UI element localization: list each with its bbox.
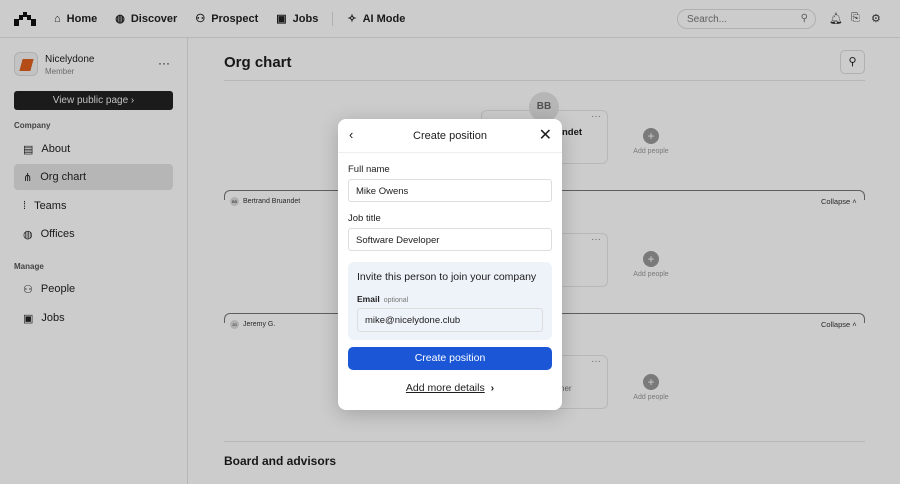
close-icon[interactable]: ✕: [539, 125, 552, 145]
email-label: Email optional: [357, 294, 409, 304]
invite-title: Invite this person to join your company: [357, 271, 537, 283]
invite-section: Invite this person to join your company …: [348, 262, 552, 340]
job-title-input[interactable]: Software Developer: [348, 228, 552, 251]
add-more-details-link[interactable]: Add more details ›: [338, 382, 562, 394]
modal-header: ‹ Create position ✕: [338, 119, 562, 153]
modal-title: Create position: [413, 129, 487, 142]
job-title-label: Job title: [348, 213, 381, 224]
back-icon[interactable]: ‹: [349, 127, 353, 142]
email-input[interactable]: mike@nicelydone.club: [357, 308, 543, 332]
chevron-right-icon: ›: [490, 382, 495, 394]
full-name-label: Full name: [348, 164, 390, 175]
create-position-modal: ‹ Create position ✕ Full name Mike Owens…: [338, 119, 562, 410]
full-name-input[interactable]: Mike Owens: [348, 179, 552, 202]
create-position-button[interactable]: Create position: [348, 347, 552, 370]
